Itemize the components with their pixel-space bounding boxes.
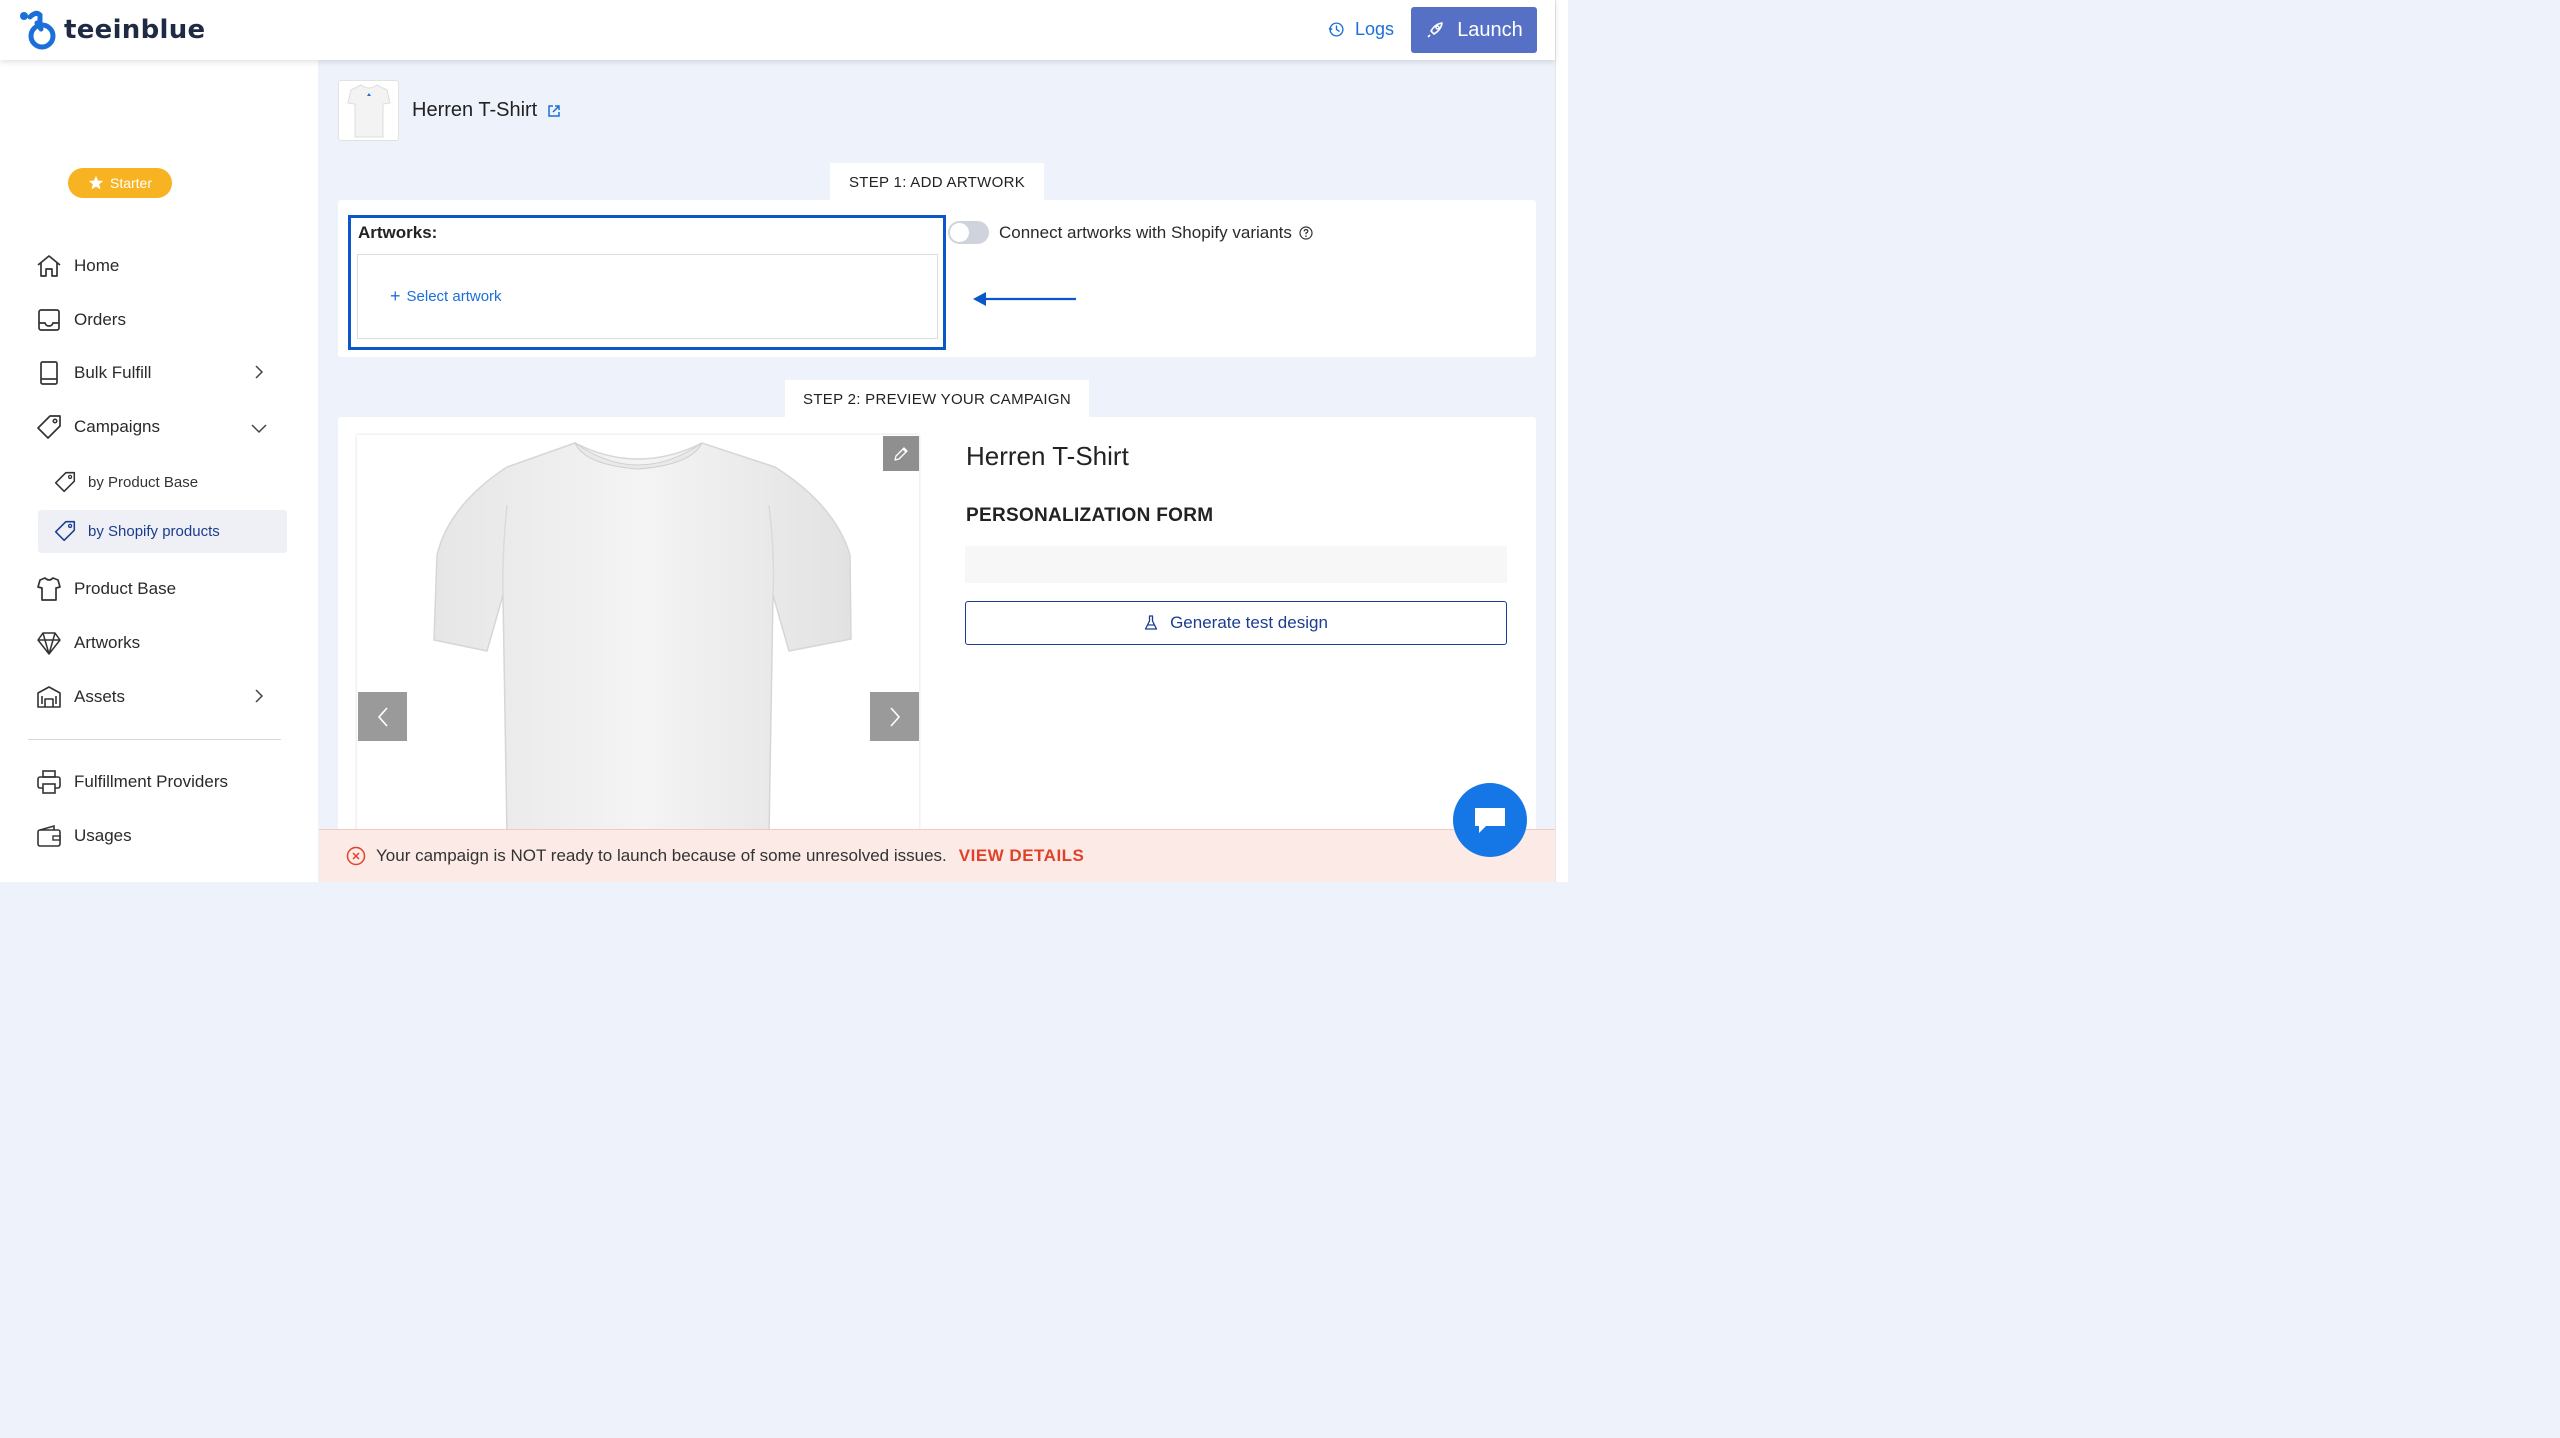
sidebar: Starter Home Orders Bulk Fulfill Campaig… [0,60,318,882]
sidebar-item-artworks[interactable]: Artworks [36,630,140,656]
logs-label: Logs [1355,19,1395,39]
tshirt-thumbnail-image [346,83,391,137]
star-icon [88,175,104,190]
product-preview [357,435,919,835]
product-thumbnail[interactable] [338,80,399,141]
bank-icon [37,686,61,708]
help-icon[interactable] [1299,226,1313,240]
tshirt-preview-image [433,441,852,835]
pointer-arrow-icon [973,292,1076,306]
wallet-icon [37,824,61,847]
edit-preview-button[interactable] [883,436,919,471]
chat-widget-button[interactable] [1453,783,1527,857]
book-icon [40,361,58,385]
connect-variants-text: Connect artworks with Shopify variants [999,223,1313,243]
sidebar-item-bulk-fulfill[interactable]: Bulk Fulfill [36,360,151,386]
chevron-down-icon[interactable] [250,422,268,434]
campaign-product-title: Herren T-Shirt [966,441,1129,471]
chevron-left-icon [377,706,388,727]
personalization-form-placeholder [965,546,1507,583]
warning-message: Your campaign is NOT ready to launch bec… [376,846,947,865]
sidebar-subitem-label: by Shopify products [88,522,220,540]
printer-icon [37,770,61,794]
sidebar-item-label: Product Base [74,579,177,598]
step2-tab: STEP 2: PREVIEW YOUR CAMPAIGN [785,380,1089,418]
tag-icon [37,415,61,439]
home-icon [37,255,61,277]
sidebar-subitem-label: by Product Base [88,473,199,491]
connect-variants-toggle[interactable] [948,221,989,244]
chat-bubble-icon [1475,808,1505,833]
sidebar-item-label: Bulk Fulfill [74,363,152,382]
sidebar-item-product-base[interactable]: Product Base [36,576,176,602]
sidebar-item-label: Home [74,256,120,275]
artworks-label: Artworks: [358,223,438,242]
step1-label: STEP 1: ADD ARTWORK [848,173,1026,191]
chevron-right-icon[interactable] [252,364,266,380]
flask-icon [1144,615,1158,630]
toggle-knob [950,223,969,242]
preview-prev-button[interactable] [358,692,407,741]
sidebar-item-label: Assets [74,687,126,706]
sidebar-item-fulfillment-providers[interactable]: Fulfillment Providers [36,769,228,795]
chevron-right-icon[interactable] [252,688,266,704]
brand-name: teeinblue [64,15,206,45]
launch-warning-banner: Your campaign is NOT ready to launch bec… [319,829,1555,882]
sidebar-item-label: Campaigns [74,417,160,436]
sidebar-item-orders[interactable]: Orders [36,307,126,333]
brand-logo[interactable]: teeinblue [18,9,206,51]
chevron-right-icon [889,706,900,727]
generate-test-design-label: Generate test design [1170,613,1328,632]
plan-badge[interactable]: Starter [68,168,172,198]
rocket-icon [1427,22,1443,38]
pencil-icon [894,446,908,461]
plus-icon: + [390,286,401,306]
sidebar-item-label: Usages [74,826,132,845]
launch-button[interactable]: Launch [1411,7,1537,53]
select-artwork-label: Select artwork [406,287,502,305]
tag-icon [54,520,76,542]
inbox-icon [38,309,60,331]
scrollbar[interactable] [1555,0,1568,882]
sidebar-item-assets[interactable]: Assets [36,684,125,710]
product-title: Herren T-Shirt [412,99,561,122]
select-artwork-link[interactable]: + Select artwork [390,287,502,305]
view-details-link[interactable]: VIEW DETAILS [959,846,1085,866]
sidebar-subitem-by-product-base[interactable]: by Product Base [54,471,198,493]
shirt-icon [37,577,61,601]
sidebar-subitem-by-shopify-products[interactable]: by Shopify products [54,520,220,542]
sidebar-item-home[interactable]: Home [36,253,119,279]
logs-link[interactable]: Logs [1328,19,1394,40]
history-icon [1328,22,1344,37]
sidebar-item-label: Orders [74,310,126,329]
sidebar-divider [28,739,281,740]
sidebar-item-label: Artworks [74,633,141,652]
external-link-icon[interactable] [547,104,561,118]
personalization-form-title: PERSONALIZATION FORM [966,505,1214,526]
sidebar-item-campaigns[interactable]: Campaigns [36,414,160,440]
connect-variants-label: Connect artworks with Shopify variants [999,223,1292,242]
preview-next-button[interactable] [870,692,919,741]
product-title-text: Herren T-Shirt [412,99,538,121]
generate-test-design-button[interactable]: Generate test design [965,601,1507,645]
tag-icon [54,471,76,493]
error-circle-icon [346,846,366,866]
sidebar-item-label: Fulfillment Providers [74,772,228,791]
teeinblue-logo-icon [20,10,56,50]
top-header: teeinblue Logs Launch [0,0,1555,60]
sidebar-item-usages[interactable]: Usages [36,823,132,849]
step1-tab: STEP 1: ADD ARTWORK [830,163,1044,201]
plan-badge-label: Starter [109,175,152,191]
diamond-icon [37,632,61,655]
step2-label: STEP 2: PREVIEW YOUR CAMPAIGN [803,390,1071,408]
launch-label: Launch [1457,18,1523,41]
